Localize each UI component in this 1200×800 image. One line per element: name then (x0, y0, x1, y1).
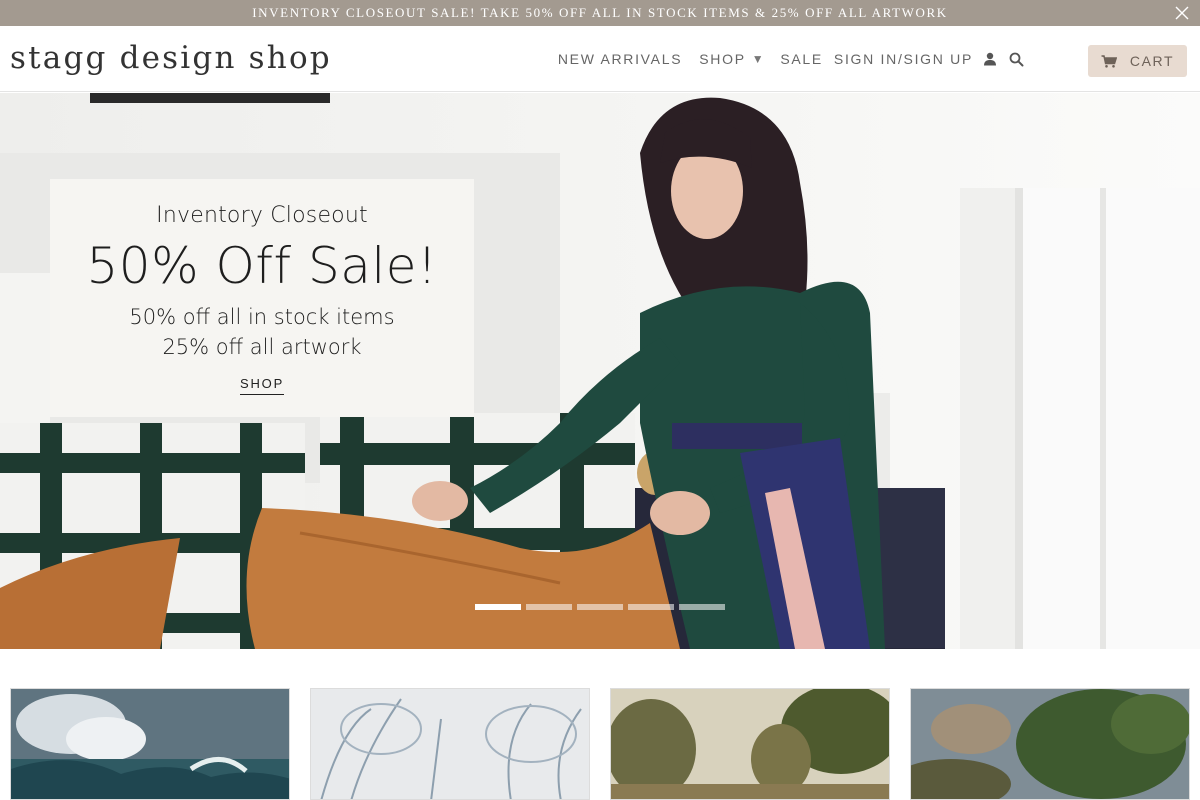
slider-dot-3[interactable] (577, 604, 623, 610)
nav-shop-label: SHOP (699, 51, 746, 67)
cart-icon (1101, 54, 1117, 68)
promo-card: Inventory Closeout 50% Off Sale! 50% off… (50, 179, 474, 417)
nav-sale-label: SALE (780, 51, 823, 67)
nav-sale[interactable]: SALE (780, 51, 823, 67)
product-image (11, 689, 289, 799)
nav-new-arrivals-label: NEW ARRIVALS (557, 51, 683, 67)
promo-headline: 50% Off Sale! (86, 237, 438, 295)
slider-dot-1[interactable] (475, 604, 521, 610)
main-nav: NEW ARRIVALS SHOP ▼ SALE SIGN IN/SIGN UP (558, 26, 1024, 92)
product-tile-trees[interactable] (910, 688, 1190, 800)
site-header: stagg design shop NEW ARRIVALS SHOP ▼ SA… (0, 26, 1200, 92)
promo-line-artwork: 25% off all artwork (162, 335, 362, 359)
nav-new-arrivals[interactable]: NEW ARRIVALS (558, 51, 682, 67)
site-logo[interactable]: stagg design shop (10, 40, 332, 76)
announcement-text: INVENTORY CLOSEOUT SALE! TAKE 50% OFF AL… (252, 5, 948, 20)
promo-shop-link[interactable]: SHOP (240, 376, 284, 395)
product-image (911, 689, 1189, 799)
announcement-bar: INVENTORY CLOSEOUT SALE! TAKE 50% OFF AL… (0, 0, 1200, 26)
promo-eyebrow: Inventory Closeout (156, 203, 368, 228)
slider-dot-2[interactable] (526, 604, 572, 610)
product-tile-landscape[interactable] (610, 688, 890, 800)
product-tile-seascape[interactable] (10, 688, 290, 800)
promo-line-stock: 50% off all in stock items (129, 305, 395, 329)
product-tile-sketch[interactable] (310, 688, 590, 800)
slider-dot-4[interactable] (628, 604, 674, 610)
search-icon[interactable] (1009, 52, 1024, 67)
product-image (611, 689, 889, 799)
nav-sign-in[interactable]: SIGN IN/SIGN UP (834, 51, 973, 67)
slider-dots (475, 604, 730, 610)
user-icon[interactable] (983, 52, 997, 66)
product-image (311, 689, 589, 799)
nav-sign-in-label: SIGN IN/SIGN UP (833, 51, 973, 67)
chevron-down-icon: ▼ (751, 52, 766, 66)
slider-dot-5[interactable] (679, 604, 725, 610)
cart-label: CART (1129, 53, 1175, 69)
close-icon[interactable] (1174, 5, 1190, 21)
nav-shop[interactable]: SHOP ▼ (699, 51, 765, 67)
cart-button[interactable]: CART (1088, 45, 1187, 77)
hero-banner[interactable]: Inventory Closeout 50% Off Sale! 50% off… (0, 93, 1200, 649)
